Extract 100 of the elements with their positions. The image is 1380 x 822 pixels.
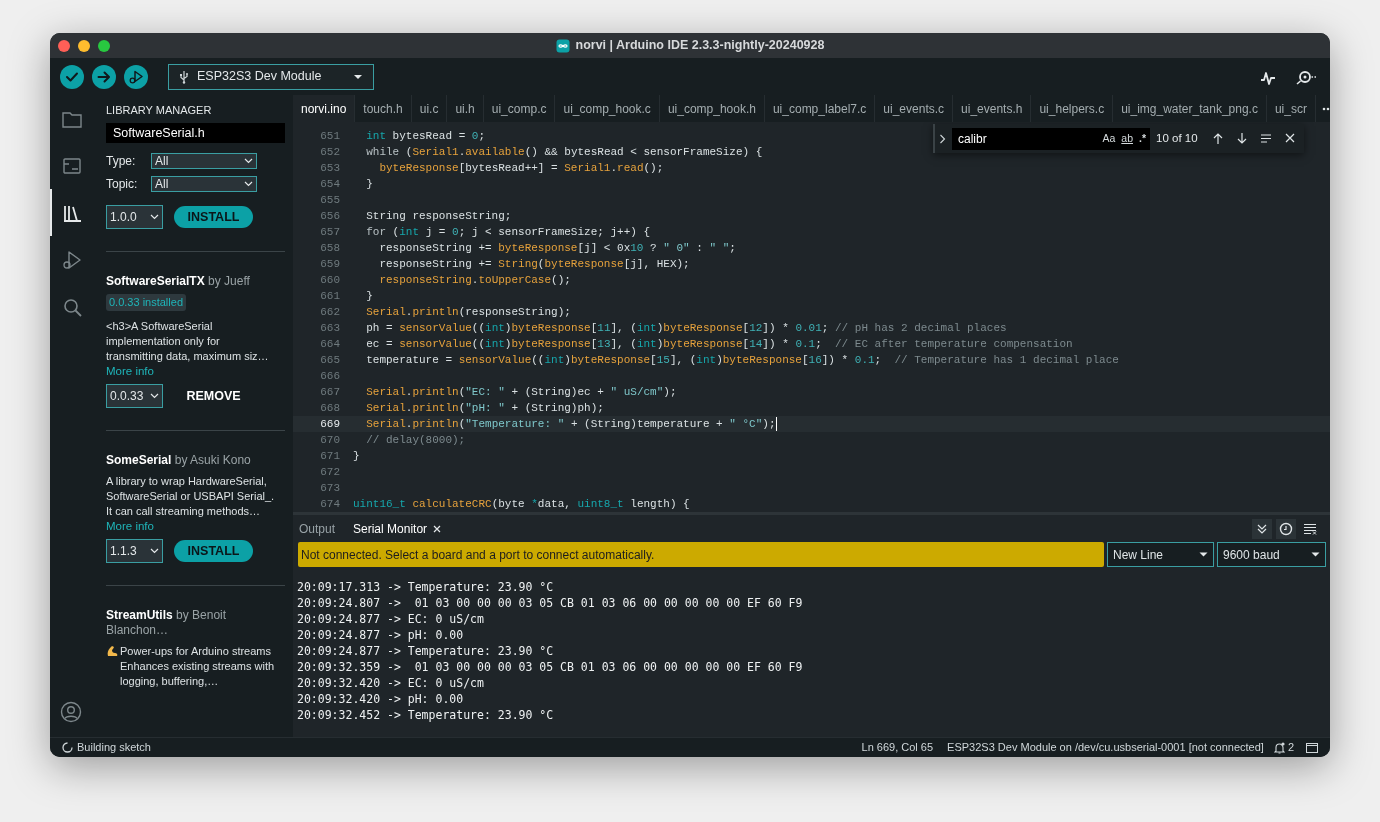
line-number: 665 [319, 352, 340, 368]
code-line: // delay(8000); [365, 432, 466, 448]
find-input-field[interactable]: calibr Aa ab .* [952, 127, 1150, 150]
cursor-position: Ln 669, Col 65 [861, 740, 934, 756]
editor-tab[interactable]: ui.h [447, 95, 484, 122]
chevron-down-icon [150, 214, 159, 220]
version-dropdown[interactable]: 1.0.0 [106, 205, 163, 229]
more-info-link[interactable]: More info [106, 519, 277, 533]
clear-lines-icon [1303, 521, 1317, 536]
code-line: Serial.println("EC: " + (String)ec + " uS/cm"); [365, 384, 677, 400]
debug-button[interactable] [124, 64, 148, 89]
minimize-button[interactable] [78, 39, 90, 52]
serial-output-line: 20:09:24.877 -> EC: 0 uS/cm [297, 611, 485, 627]
caret-icon [1199, 552, 1208, 557]
code-line: while (Serial1.available() && bytesRead < sensorFrameSize) { [365, 144, 763, 160]
code-line: for (int j = 0; j < sensorFrameSize; j++) { [365, 224, 651, 240]
code-line: ec = sensorValue((int)byteResponse[13], (int)byteResponse[14]) * 0.1; // EC after temperature compensation [365, 336, 1073, 352]
more-info-link[interactable]: More info [106, 364, 277, 378]
panel-tab[interactable]: Output [299, 519, 336, 538]
debug-icon [61, 248, 83, 271]
lines-icon [1260, 132, 1272, 145]
code-line: } [365, 288, 373, 304]
library-description: A library to wrap HardwareSerial, SoftwareSerial or USBAPI Serial_. It can call streaming methods… [106, 474, 276, 519]
upload-button[interactable] [92, 64, 116, 89]
board-port-status: ESP32S3 Dev Module on /dev/cu.usbserial-0001 [not connected] [947, 740, 1264, 756]
editor-tab[interactable]: ui_events.h [953, 95, 1032, 122]
install-button[interactable]: INSTALL [174, 540, 253, 562]
search-option-toggle[interactable]: Aa [1102, 130, 1116, 147]
filter-dropdown[interactable]: All [151, 153, 257, 169]
close-icon [1284, 132, 1296, 145]
board-selector[interactable]: ESP32S3 Dev Module [168, 63, 374, 90]
editor-tab[interactable]: ui.c [411, 95, 448, 122]
library-title: SoftwareSerialTX by Jueff [106, 274, 251, 289]
editor-tab[interactable]: ui_helpers.c [1031, 95, 1114, 122]
line-number: 656 [319, 208, 340, 224]
install-button[interactable]: INSTALL [174, 206, 253, 228]
autoscroll-button[interactable] [1252, 518, 1272, 539]
close-button[interactable] [58, 39, 70, 52]
search-option-toggle[interactable]: ab [1121, 130, 1133, 147]
spinner-icon [62, 742, 73, 753]
version-dropdown[interactable]: 1.1.3 [106, 539, 163, 563]
chevron-down-icon [244, 181, 253, 187]
notifications-button[interactable]: 2 [1273, 739, 1294, 756]
next-match-button[interactable] [1236, 132, 1248, 145]
text-cursor [775, 417, 777, 431]
serial-output-line: 20:09:32.359 -> 01 03 00 00 00 03 05 CB 01 03 06 00 00 00 00 00 EF 60 F9 [297, 659, 804, 675]
baud-rate-dropdown[interactable]: 9600 baud [1217, 542, 1326, 567]
zoom-button[interactable] [98, 39, 110, 52]
version-dropdown[interactable]: 0.0.33 [106, 384, 163, 408]
code-line: Serial.println(responseString); [365, 304, 571, 320]
code-line: byteResponse[bytesRead++] = Serial1.read(); [378, 160, 664, 176]
close-find-button[interactable] [1284, 132, 1296, 145]
editor-tab[interactable]: ui_scr [1266, 95, 1316, 122]
editor-tab[interactable]: ui_comp_hook.h [659, 95, 765, 122]
code-line: } [353, 448, 360, 464]
serial-output-line: 20:09:32.420 -> pH: 0.00 [297, 691, 465, 707]
installed-badge: 0.0.33 installed [106, 294, 186, 311]
editor-tab[interactable]: ui_events.c [875, 95, 954, 122]
timestamp-button[interactable] [1276, 518, 1296, 539]
filter-label: Topic: [106, 176, 139, 193]
editor-tab[interactable]: touch.h [355, 95, 412, 122]
editor-tab[interactable]: ui_img_water_tank_png.c [1113, 95, 1267, 122]
line-number: 673 [319, 480, 340, 496]
verify-button[interactable] [60, 64, 84, 89]
editor-tab[interactable]: ui_comp_hook.c [555, 95, 660, 122]
remove-button[interactable]: REMOVE [174, 385, 253, 407]
serial-output-line: 20:09:24.877 -> Temperature: 23.90 °C [297, 643, 555, 659]
line-number: 669 [319, 416, 340, 432]
editor-tab[interactable]: ui_comp.c [483, 95, 556, 122]
line-number: 663 [319, 320, 340, 336]
line-number: 670 [319, 432, 340, 448]
toggle-panel-button[interactable] [1306, 742, 1318, 753]
previous-match-button[interactable] [1212, 132, 1224, 145]
code-line: temperature = sensorValue((int)byteResponse[15], (int)byteResponse[16]) * 0.1; // Temperature has 1 decimal place [365, 352, 1119, 368]
library-search-field[interactable]: SoftwareSerial.h [106, 123, 285, 143]
window-title: norvi | Arduino IDE 2.3.3-nightly-20240928 [575, 37, 825, 55]
caret-icon [1311, 552, 1320, 557]
line-number: 658 [319, 240, 340, 256]
search-option-toggle[interactable]: .* [1139, 130, 1146, 147]
line-number: 662 [319, 304, 340, 320]
line-number: 652 [319, 144, 340, 160]
serial-output-line: 20:09:32.452 -> Temperature: 23.90 °C [297, 707, 555, 723]
serial-output-line: 20:09:24.877 -> pH: 0.00 [297, 627, 465, 643]
panel-tab[interactable]: Serial Monitor [353, 519, 442, 538]
editor-tab[interactable]: norvi.ino [293, 95, 356, 122]
serial-monitor-button[interactable] [1296, 68, 1316, 85]
code-line: responseString += byteResponse[j] < 0x10 ? " 0" : " "; [378, 240, 736, 256]
editor-tab[interactable]: ui_comp_label7.c [764, 95, 876, 122]
code-line: int bytesRead = 0; [365, 128, 486, 144]
line-number: 659 [319, 256, 340, 272]
filter-dropdown[interactable]: All [151, 176, 257, 192]
build-status: Building sketch [77, 740, 151, 756]
code-line: responseString.toUpperCase(); [378, 272, 571, 288]
line-ending-dropdown[interactable]: New Line [1107, 542, 1214, 567]
code-line: ph = sensorValue((int)byteResponse[11], (int)byteResponse[12]) * 0.01; // pH has 2 decimal places [365, 320, 1007, 336]
find-in-selection-button[interactable] [1260, 132, 1272, 145]
serial-output-line: 20:09:17.313 -> Temperature: 23.90 °C [297, 579, 555, 595]
toggle-replace-button[interactable] [939, 133, 946, 144]
chevron-down-icon [244, 158, 253, 164]
panel-title: LIBRARY MANAGER [106, 103, 213, 116]
